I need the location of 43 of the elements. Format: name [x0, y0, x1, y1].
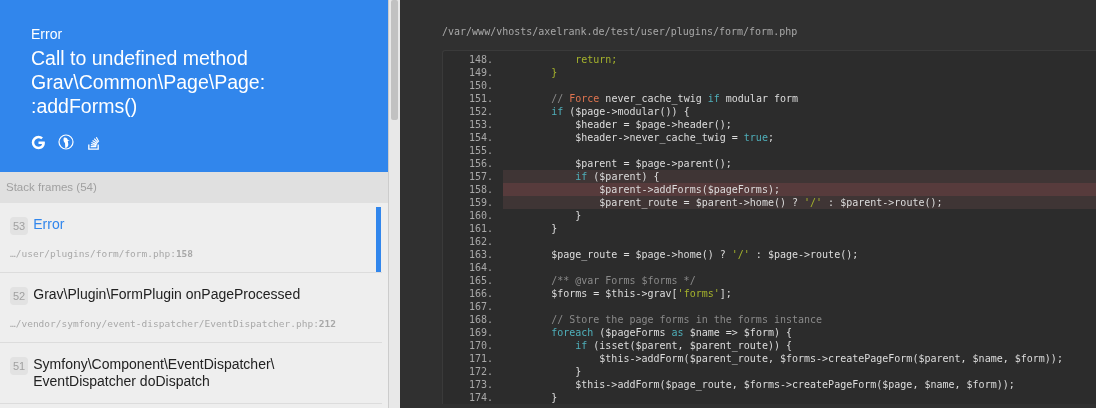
code-text: } [550, 391, 558, 404]
line-number: 157. [443, 170, 503, 183]
code-text: return; [574, 53, 618, 66]
code-text: $forms = $this->grav['forms']; [550, 287, 732, 300]
frame-number: 52 [10, 287, 29, 305]
code-text: } [550, 222, 558, 235]
code-text: $page_route = $page->home() ? '/' : $page->route(); [550, 248, 859, 261]
code-text: $parent_route = $parent->home() ? '/' : $parent->route(); [598, 196, 943, 209]
stack-frame[interactable]: 52 Grav\Plugin\FormPlugin onPageProcessed …/vendor/symfony/event-dispatcher/EventDispatcher.php:212 [0, 273, 382, 343]
frame-number: 53 [10, 217, 29, 235]
code-text: $header->never_cache_twig = true; [574, 131, 774, 144]
frame-title: Symfony\Component\EventDispatcher\ EventDispatcher doDispatch [33, 356, 276, 390]
stack-frame[interactable]: 51 Symfony\Component\EventDispatcher\ EventDispatcher doDispatch [0, 343, 382, 404]
code-text: $header = $page->header(); [574, 118, 732, 131]
code-text: $parent->addForms($pageForms); [598, 183, 780, 196]
code-text: // Store the page forms in the forms instance [550, 313, 823, 326]
code-text: if ($parent) { [574, 170, 660, 183]
code-text: } [550, 66, 558, 79]
code-text: $parent = $page->parent(); [574, 157, 732, 170]
google-icon[interactable] [31, 134, 46, 150]
scrollbar[interactable] [388, 0, 400, 408]
frame-number: 51 [10, 357, 29, 375]
frame-title: Error [33, 216, 66, 233]
file-path: /var/www/vhosts/axelrank.de/test/user/plugins/form/form.php [442, 26, 799, 39]
frame-title: Grav\Plugin\FormPlugin onPageProcessed [33, 286, 302, 303]
code-text: } [574, 365, 582, 378]
stack-icon[interactable] [86, 134, 101, 150]
frame-file-path: …/user/plugins/form/form.php:158 [10, 248, 195, 259]
code-text: if ($page->modular()) { [550, 105, 690, 118]
stack-frames-header: Stack frames (54) [0, 172, 388, 203]
code-text: // Force never_cache_twig if modular form [550, 92, 799, 105]
code-text: $this->addForm($parent_route, $forms->createPageForm($parent, $name, $form)); [598, 352, 1063, 365]
code-text: if (isset($parent, $parent_route)) { [574, 339, 792, 352]
exception-message: Call to undefined method Grav\Common\Page\Page::addForms() [31, 46, 267, 118]
code-text: } [574, 209, 582, 222]
exception-type: Error [31, 26, 64, 42]
code-text: foreach ($pageForms as $name => $form) { [550, 326, 792, 339]
duck-icon[interactable] [58, 134, 74, 150]
line-number: 159. [443, 196, 503, 209]
code-text: $this->addForm($page_route, $forms->createPageForm($page, $name, $form)); [574, 378, 1015, 391]
line-number: 158. [443, 183, 503, 196]
frame-file-path: …/vendor/symfony/event-dispatcher/EventDispatcher.php:212 [10, 318, 338, 329]
code-text: /** @var Forms $forms */ [550, 274, 696, 287]
